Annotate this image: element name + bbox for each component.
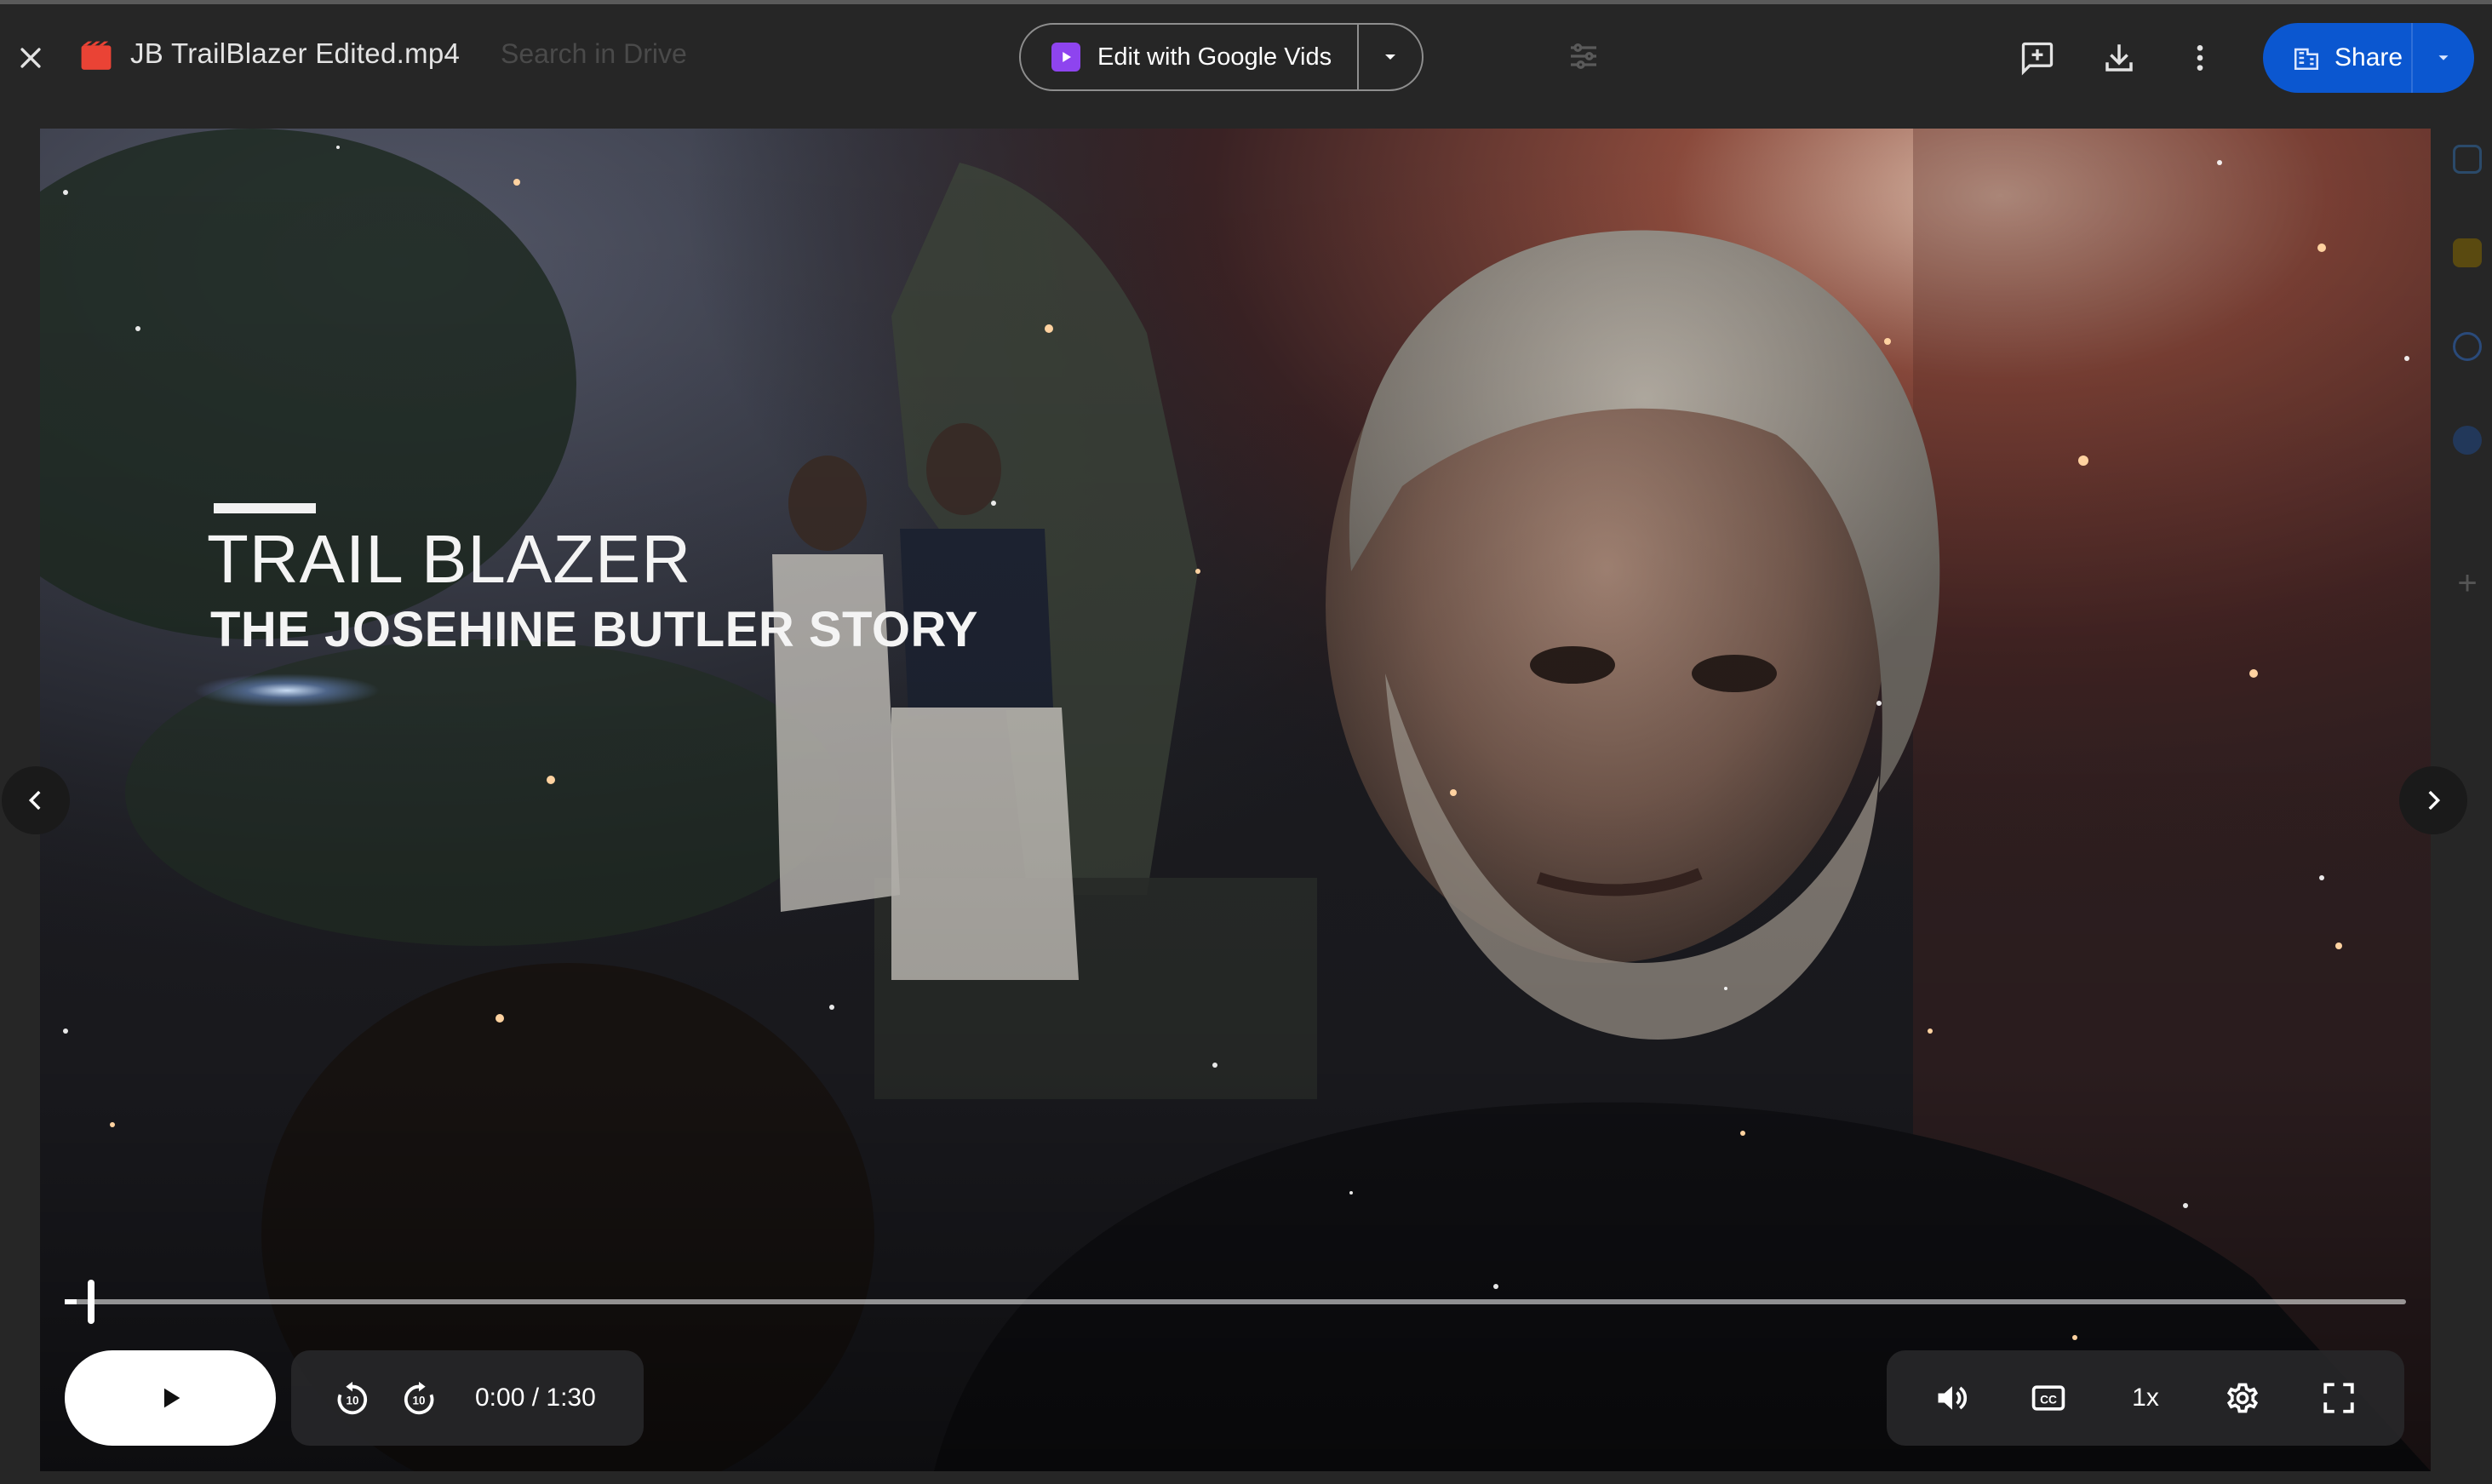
search-options-icon: [1571, 43, 1596, 69]
video-player[interactable]: TRAIL BLAZER THE JOSEHINE BUTLER STORY 1…: [40, 129, 2431, 1471]
seek-handle[interactable]: [88, 1280, 95, 1324]
playback-controls-right: CC 1x: [1887, 1350, 2404, 1446]
edit-vids-dropdown-button[interactable]: [1359, 25, 1422, 89]
svg-text:10: 10: [347, 1395, 359, 1407]
add-comment-icon: [2021, 42, 2054, 76]
drive-side-panel: +: [2441, 128, 2492, 1405]
play-button[interactable]: [65, 1350, 276, 1446]
playback-speed-button[interactable]: 1x: [2117, 1369, 2174, 1427]
video-file-icon: [81, 41, 112, 70]
chevron-right-icon: [2428, 790, 2441, 811]
time-display: 0:00 / 1:30: [475, 1384, 596, 1412]
closed-captions-icon: CC: [2032, 1385, 2065, 1411]
settings-gear-icon: [2226, 1383, 2258, 1413]
caret-down-icon: [1385, 54, 1395, 60]
share-button-group: Share: [2263, 23, 2474, 93]
svg-text:10: 10: [413, 1395, 426, 1407]
fullscreen-button[interactable]: [2310, 1369, 2368, 1427]
viewer-top-bar: JB TrailBlazer Edited.mp4 Edit with Goog…: [0, 0, 2492, 115]
video-title-line-2: THE JOSEHINE BUTLER STORY: [210, 602, 978, 657]
captions-button[interactable]: CC: [2019, 1369, 2077, 1427]
tasks-icon: [2453, 332, 2482, 361]
video-frame: [40, 129, 2431, 1471]
seek-bar-played: [65, 1299, 77, 1304]
title-accent-bar: [214, 503, 316, 513]
play-icon: [163, 1388, 180, 1408]
keep-icon: [2453, 238, 2482, 267]
edit-with-vids-button[interactable]: Edit with Google Vids: [1021, 25, 1359, 89]
file-name: JB TrailBlazer Edited.mp4: [130, 37, 461, 69]
more-vert-icon: [2197, 45, 2203, 71]
download-button[interactable]: [2095, 34, 2143, 82]
seek-bar[interactable]: [65, 1299, 2406, 1304]
share-label: Share: [2334, 43, 2403, 72]
volume-icon: [1938, 1386, 1967, 1410]
add-comment-button[interactable]: [2014, 34, 2061, 82]
rewind-10-button[interactable]: 10: [324, 1369, 381, 1427]
title-lens-flare: [193, 673, 381, 708]
share-dropdown-button[interactable]: [2413, 23, 2474, 93]
share-building-icon: [2294, 48, 2319, 71]
top-edge: [0, 0, 2492, 4]
previous-file-button[interactable]: [2, 766, 70, 834]
playback-controls-left: 10 10 0:00 / 1:30: [291, 1350, 644, 1446]
close-button[interactable]: [9, 36, 53, 80]
volume-button[interactable]: [1923, 1369, 1981, 1427]
forward-10-icon: 10: [404, 1381, 434, 1415]
chevron-left-icon: [28, 790, 41, 811]
calendar-icon: [2453, 145, 2482, 174]
forward-10-button[interactable]: 10: [390, 1369, 448, 1427]
video-title-line-1: TRAIL BLAZER: [207, 521, 692, 597]
edit-with-vids-label: Edit with Google Vids: [1097, 43, 1332, 71]
close-icon: [20, 48, 41, 68]
edit-with-vids-button-group: Edit with Google Vids: [1019, 23, 1424, 91]
download-icon: [2105, 44, 2133, 72]
google-vids-icon: [1051, 43, 1080, 72]
caret-down-icon: [2438, 55, 2449, 60]
add-addon-icon: +: [2457, 564, 2478, 602]
more-options-button[interactable]: [2176, 34, 2224, 82]
svg-text:CC: CC: [2040, 1393, 2057, 1406]
share-button[interactable]: Share: [2263, 23, 2413, 93]
next-file-button[interactable]: [2399, 766, 2467, 834]
contacts-icon: [2453, 426, 2482, 455]
fullscreen-icon: [2323, 1383, 2354, 1413]
replay-10-icon: 10: [337, 1381, 368, 1415]
settings-button[interactable]: [2214, 1369, 2271, 1427]
